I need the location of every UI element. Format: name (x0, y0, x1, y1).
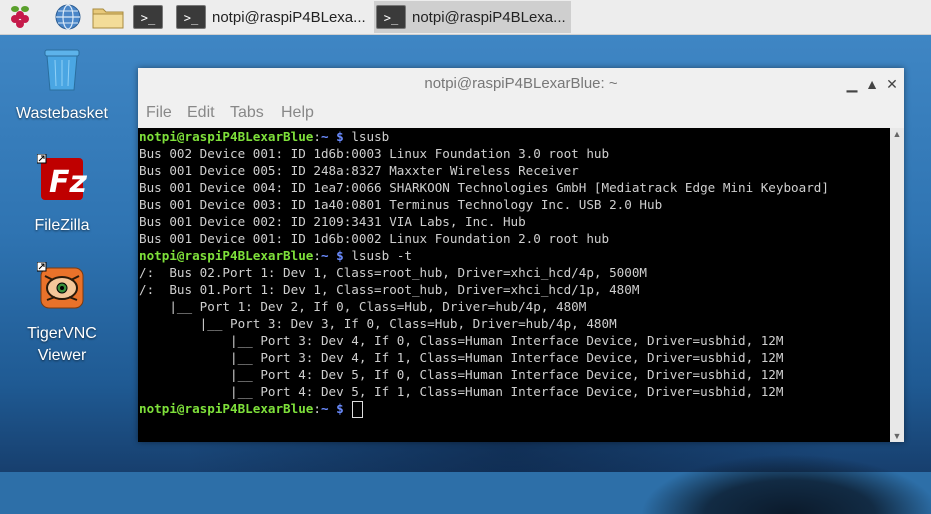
desktop-icon-tigervnc[interactable]: TigerVNC Viewer (7, 261, 117, 367)
command-text: lsusb -t (351, 248, 412, 263)
desktop-icon-label: Wastebasket (16, 105, 108, 122)
menu-help[interactable]: Help (281, 104, 314, 122)
prompt-separator: : (313, 401, 321, 416)
desktop-icon-label: TigerVNC Viewer (27, 325, 97, 364)
scroll-down-icon[interactable]: ▼ (890, 430, 904, 442)
output-line: Bus 001 Device 001: ID 1d6b:0002 Linux F… (139, 231, 610, 246)
menu-tabs[interactable]: Tabs (230, 104, 264, 122)
wallpaper-tree-silhouette (640, 454, 931, 514)
file-manager-icon[interactable] (92, 3, 124, 31)
maximize-icon[interactable]: ▲ (864, 76, 880, 92)
desktop-icon-wastebasket[interactable]: Wastebasket (7, 48, 117, 125)
output-line: |__ Port 1: Dev 2, If 0, Class=Hub, Driv… (139, 299, 587, 314)
prompt-user: notpi@raspiP4BLexarBlue (139, 401, 314, 416)
terminal-output[interactable]: notpi@raspiP4BLexarBlue:~ $ lsusb Bus 002… (138, 128, 890, 442)
web-browser-icon[interactable] (54, 3, 82, 31)
close-icon[interactable]: ✕ (884, 76, 900, 92)
tigervnc-icon (36, 261, 84, 309)
svg-text:Fz: Fz (49, 165, 87, 200)
output-line: |__ Port 3: Dev 4, If 1, Class=Human Int… (139, 350, 784, 365)
menu-edit[interactable]: Edit (187, 104, 215, 122)
output-line: /: Bus 01.Port 1: Dev 1, Class=root_hub,… (139, 282, 640, 297)
menu-bar: File Edit Tabs Help (138, 100, 904, 128)
command-text: lsusb (351, 129, 390, 144)
terminal-window: notpi@raspiP4BLexarBlue: ~ ▁ ▲ ✕ File Ed… (138, 68, 904, 442)
prompt-line: notpi@raspiP4BLexarBlue:~ $ lsusb (139, 128, 890, 145)
taskbar-task-terminal-2[interactable]: >_ notpi@raspiP4BLexa... (374, 1, 571, 33)
desktop-icon-label: FileZilla (34, 217, 90, 234)
filezilla-icon: Fz (36, 153, 87, 200)
scrollbar[interactable]: ▲ ▼ (890, 128, 904, 442)
prompt-path: ~ (320, 401, 329, 416)
terminal-launcher-icon[interactable]: >_ (132, 3, 164, 31)
prompt-symbol: $ (328, 129, 352, 144)
prompt-user: notpi@raspiP4BLexarBlue (139, 248, 314, 263)
taskbar-task-terminal-1[interactable]: >_ notpi@raspiP4BLexa... (174, 1, 370, 33)
output-line: /: Bus 02.Port 1: Dev 1, Class=root_hub,… (139, 265, 647, 280)
menu-file[interactable]: File (146, 104, 172, 122)
output-line: Bus 001 Device 005: ID 248a:8327 Maxxter… (139, 163, 579, 178)
output-line: |__ Port 3: Dev 3, If 0, Class=Hub, Driv… (139, 316, 617, 331)
prompt-line: notpi@raspiP4BLexarBlue:~ $ lsusb -t (139, 247, 890, 264)
output-line: Bus 001 Device 003: ID 1a40:0801 Terminu… (139, 197, 663, 212)
output-line: Bus 001 Device 004: ID 1ea7:0066 SHARKOO… (139, 180, 829, 195)
prompt-separator: : (313, 129, 321, 144)
output-line: Bus 001 Device 002: ID 2109:3431 VIA Lab… (139, 214, 526, 229)
wastebasket-icon (44, 49, 80, 91)
output-line: |__ Port 3: Dev 4, If 0, Class=Human Int… (139, 333, 784, 348)
window-title: notpi@raspiP4BLexarBlue: ~ (424, 75, 618, 92)
prompt-symbol: $ (328, 401, 352, 416)
desktop-icon-filezilla[interactable]: Fz FileZilla (7, 153, 117, 237)
prompt-symbol: $ (328, 248, 352, 263)
scroll-up-icon[interactable]: ▲ (890, 128, 904, 140)
taskbar: >_ >_ notpi@raspiP4BLexa... >_ notpi@ras… (0, 0, 931, 35)
taskbar-task-label: notpi@raspiP4BLexa... (212, 8, 366, 26)
prompt-separator: : (313, 248, 321, 263)
prompt-path: ~ (320, 248, 329, 263)
minimize-icon[interactable]: ▁ (844, 76, 860, 92)
output-line: Bus 002 Device 001: ID 1d6b:0003 Linux F… (139, 146, 610, 161)
raspberry-menu-icon[interactable] (6, 3, 34, 31)
prompt-line: notpi@raspiP4BLexarBlue:~ $ (139, 400, 890, 418)
text-cursor (352, 401, 364, 418)
terminal-icon: >_ (376, 5, 406, 29)
taskbar-task-label: notpi@raspiP4BLexa... (412, 8, 566, 26)
window-titlebar[interactable]: notpi@raspiP4BLexarBlue: ~ (138, 68, 904, 100)
prompt-path: ~ (320, 129, 329, 144)
output-line: |__ Port 4: Dev 5, If 1, Class=Human Int… (139, 384, 784, 399)
terminal-icon: >_ (176, 5, 206, 29)
prompt-user: notpi@raspiP4BLexarBlue (139, 129, 314, 144)
output-line: |__ Port 4: Dev 5, If 0, Class=Human Int… (139, 367, 784, 382)
